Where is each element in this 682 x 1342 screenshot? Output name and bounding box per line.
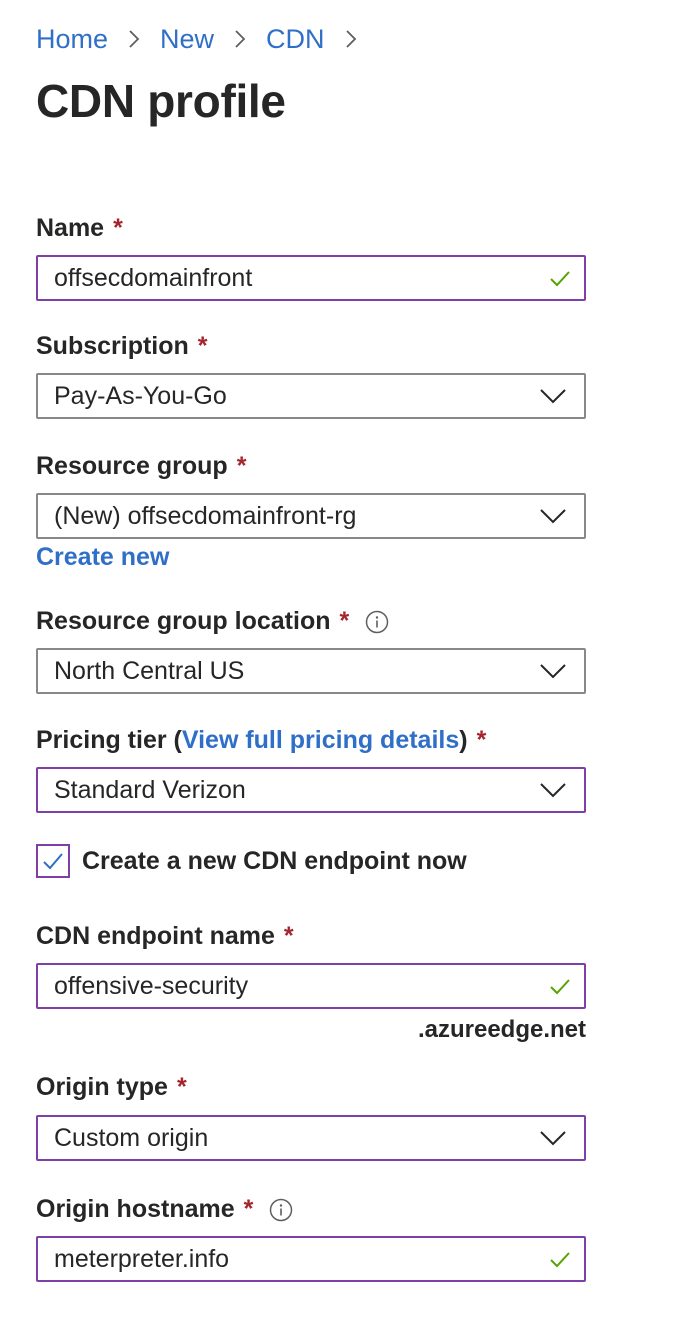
resource-group-location-label-text: Resource group location — [36, 607, 331, 635]
resource-group-location-label: Resource group location * — [36, 607, 389, 636]
chevron-right-icon — [339, 27, 363, 51]
required-marker: * — [476, 726, 487, 754]
create-endpoint-row: Create a new CDN endpoint now — [36, 844, 467, 878]
create-endpoint-checkbox[interactable] — [36, 844, 70, 878]
chevron-down-icon — [540, 783, 566, 798]
chevron-down-icon — [540, 1131, 566, 1146]
create-endpoint-label[interactable]: Create a new CDN endpoint now — [82, 847, 467, 876]
chevron-down-icon — [540, 664, 566, 679]
info-icon[interactable] — [269, 1198, 293, 1222]
pricing-tier-label-suffix: ) — [459, 726, 468, 754]
endpoint-name-label-text: CDN endpoint name — [36, 922, 275, 950]
resource-group-location-dropdown[interactable]: North Central US — [36, 648, 586, 694]
breadcrumb-new[interactable]: New — [160, 24, 214, 55]
create-new-resource-group-link[interactable]: Create new — [36, 543, 169, 572]
checkmark-icon — [550, 271, 570, 287]
required-marker: * — [197, 332, 208, 360]
info-icon[interactable] — [365, 610, 389, 634]
endpoint-name-input-value[interactable]: offensive-security — [38, 972, 548, 1001]
name-input-value[interactable]: offsecdomainfront — [38, 264, 548, 293]
page-title: CDN profile — [36, 75, 286, 127]
origin-hostname-input-value[interactable]: meterpreter.info — [38, 1245, 548, 1274]
breadcrumb-home[interactable]: Home — [36, 24, 108, 55]
required-marker: * — [339, 607, 350, 635]
origin-type-dropdown[interactable]: Custom origin — [36, 1115, 586, 1161]
breadcrumb: Home New CDN — [36, 20, 377, 58]
required-marker: * — [283, 922, 294, 950]
breadcrumb-cdn[interactable]: CDN — [266, 24, 325, 55]
origin-hostname-label-text: Origin hostname — [36, 1195, 235, 1223]
checkmark-icon — [550, 979, 570, 995]
required-marker: * — [236, 452, 247, 480]
origin-hostname-field[interactable]: meterpreter.info — [36, 1236, 586, 1282]
subscription-label-text: Subscription — [36, 332, 189, 360]
resource-group-dropdown[interactable]: (New) offsecdomainfront-rg — [36, 493, 586, 539]
chevron-down-icon — [540, 509, 566, 524]
pricing-tier-selected-value: Standard Verizon — [54, 775, 246, 804]
name-label: Name * — [36, 214, 123, 243]
chevron-right-icon — [122, 27, 146, 51]
checkmark-icon — [43, 853, 63, 870]
required-marker: * — [176, 1073, 187, 1101]
resource-group-label-text: Resource group — [36, 452, 228, 480]
view-pricing-details-link[interactable]: View full pricing details — [182, 726, 459, 755]
name-field[interactable]: offsecdomainfront — [36, 255, 586, 301]
origin-type-label: Origin type * — [36, 1073, 187, 1102]
origin-hostname-label: Origin hostname * — [36, 1195, 293, 1224]
required-marker: * — [113, 214, 123, 242]
subscription-label: Subscription * — [36, 332, 208, 361]
pricing-tier-dropdown[interactable]: Standard Verizon — [36, 767, 586, 813]
required-marker: * — [243, 1195, 254, 1223]
chevron-down-icon — [540, 389, 566, 404]
subscription-selected-value: Pay-As-You-Go — [54, 381, 227, 410]
pricing-tier-label-prefix: Pricing tier ( — [36, 726, 182, 754]
resource-group-location-selected-value: North Central US — [54, 656, 245, 685]
pricing-tier-label: Pricing tier (View full pricing details)… — [36, 726, 486, 755]
subscription-dropdown[interactable]: Pay-As-You-Go — [36, 373, 586, 419]
resource-group-label: Resource group * — [36, 452, 246, 481]
resource-group-selected-value: (New) offsecdomainfront-rg — [54, 501, 357, 530]
checkmark-icon — [550, 1252, 570, 1268]
endpoint-name-field[interactable]: offensive-security — [36, 963, 586, 1009]
name-label-text: Name — [36, 214, 105, 242]
origin-type-label-text: Origin type — [36, 1073, 168, 1101]
origin-type-selected-value: Custom origin — [54, 1123, 209, 1152]
endpoint-name-label: CDN endpoint name * — [36, 922, 294, 951]
endpoint-domain-suffix: .azureedge.net — [417, 1016, 586, 1043]
chevron-right-icon — [228, 27, 252, 51]
